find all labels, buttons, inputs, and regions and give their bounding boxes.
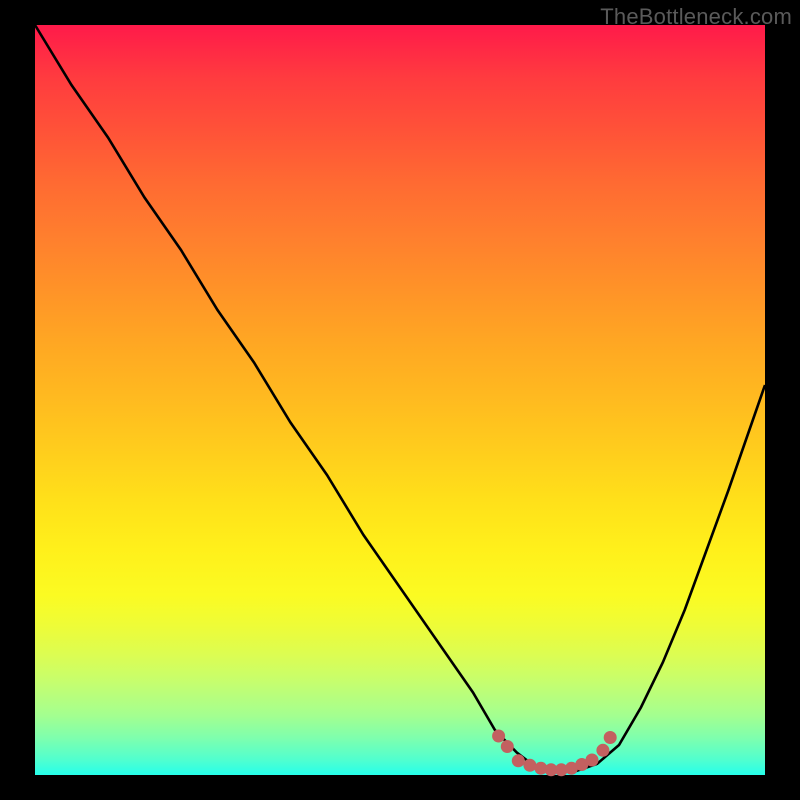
optimal-dot xyxy=(586,754,599,767)
optimal-dot xyxy=(492,730,505,743)
optimal-dot xyxy=(523,759,536,772)
chart-svg xyxy=(35,25,765,775)
bottleneck-curve-line xyxy=(35,25,765,771)
optimal-dot xyxy=(512,754,525,767)
watermark-text: TheBottleneck.com xyxy=(600,4,792,30)
optimal-dot xyxy=(604,731,617,744)
chart-container: TheBottleneck.com xyxy=(0,0,800,800)
plot-area xyxy=(35,25,765,775)
optimal-dot xyxy=(596,744,609,757)
optimal-dot xyxy=(501,740,514,753)
optimal-band-dots xyxy=(492,730,617,777)
